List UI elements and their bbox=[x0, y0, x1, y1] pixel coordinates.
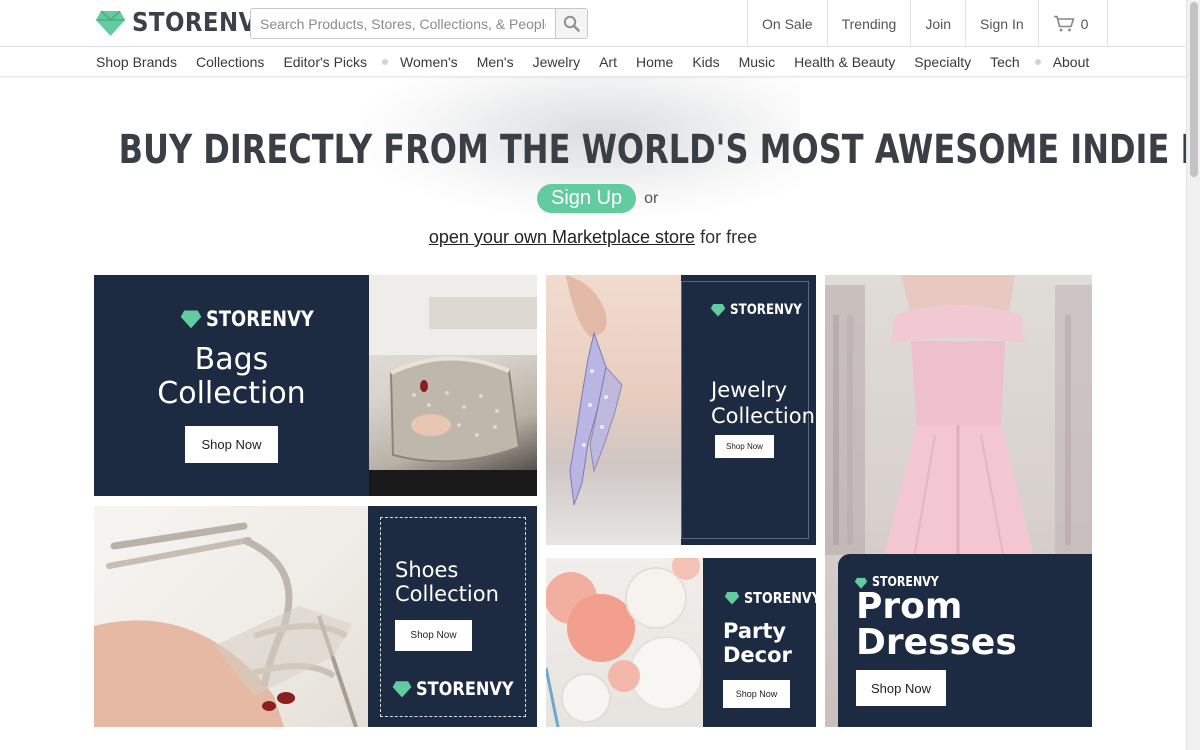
category-home[interactable]: Home bbox=[636, 54, 673, 70]
party-title: Party Decor bbox=[723, 619, 792, 668]
scrollbar-thumb[interactable] bbox=[1190, 2, 1198, 177]
shoes-title: Shoes Collection bbox=[395, 558, 499, 606]
shoes-brand: STORENVY bbox=[392, 678, 531, 700]
party-shop-now-button[interactable]: Shop Now bbox=[723, 680, 790, 708]
jewelry-title-line1: Jewelry bbox=[711, 378, 788, 402]
hero: BUY DIRECTLY FROM THE WORLD'S MOST AWESO… bbox=[0, 77, 1200, 267]
top-bar: STORENVY On Sale Trending Join Sign In bbox=[0, 0, 1186, 47]
bags-title-line1: Bags bbox=[194, 342, 269, 377]
party-brand: STORENVY bbox=[724, 589, 816, 607]
shoes-brand-text: STORENVY bbox=[416, 678, 514, 700]
diamond-heart-icon bbox=[180, 310, 202, 329]
party-photo bbox=[546, 558, 703, 727]
diamond-heart-icon bbox=[724, 592, 740, 605]
category-kids[interactable]: Kids bbox=[692, 54, 719, 70]
search-icon bbox=[563, 15, 580, 32]
party-title-line1: Party bbox=[723, 619, 787, 643]
bags-title-line2: Collection bbox=[157, 375, 306, 411]
bags-brand-text: STORENVY bbox=[206, 307, 314, 331]
party-decor-tile[interactable]: STORENVY Party Decor Shop Now bbox=[546, 558, 816, 727]
bags-title: Bags Collection bbox=[94, 343, 369, 410]
prom-title-line1: Prom bbox=[856, 586, 963, 627]
nav-on-sale[interactable]: On Sale bbox=[747, 0, 827, 47]
prom-shop-now-button[interactable]: Shop Now bbox=[856, 670, 946, 706]
category-list: Shop Brands Collections Editor's Picks W… bbox=[96, 47, 1108, 77]
diamond-heart-icon bbox=[96, 10, 125, 36]
open-store-link[interactable]: open your own Marketplace store bbox=[429, 227, 695, 247]
category-editors-picks[interactable]: Editor's Picks bbox=[283, 54, 367, 70]
jewelry-brand: STORENVY bbox=[710, 302, 815, 318]
nav-join[interactable]: Join bbox=[910, 0, 965, 47]
nav-trending[interactable]: Trending bbox=[826, 0, 911, 47]
bags-brand: STORENVY bbox=[180, 307, 333, 331]
category-tech[interactable]: Tech bbox=[990, 54, 1020, 70]
jewelry-shop-now-button[interactable]: Shop Now bbox=[715, 435, 774, 458]
nav-sign-in[interactable]: Sign In bbox=[965, 0, 1038, 47]
category-collections[interactable]: Collections bbox=[196, 54, 264, 70]
hero-headline: BUY DIRECTLY FROM THE WORLD'S MOST AWESO… bbox=[118, 127, 1200, 173]
search-button[interactable] bbox=[555, 9, 587, 38]
category-art[interactable]: Art bbox=[599, 54, 617, 70]
prom-title-line2: Dresses bbox=[856, 622, 1017, 663]
earring-image bbox=[566, 275, 623, 506]
category-specialty[interactable]: Specialty bbox=[914, 54, 971, 70]
party-brand-text: STORENVY bbox=[744, 589, 816, 607]
bags-shop-now-button[interactable]: Shop Now bbox=[185, 426, 278, 463]
jewelry-title: Jewelry Collection bbox=[711, 377, 815, 430]
diamond-heart-icon bbox=[710, 304, 726, 317]
page-scrollbar[interactable] bbox=[1186, 0, 1200, 750]
heels-image bbox=[94, 522, 358, 727]
bags-photo bbox=[369, 275, 537, 496]
marketplace-line: open your own Marketplace store for free bbox=[0, 227, 1186, 248]
shoes-shop-now-button[interactable]: Shop Now bbox=[395, 620, 472, 651]
search-box bbox=[250, 8, 588, 39]
cart-icon bbox=[1053, 15, 1074, 32]
jewelry-photo bbox=[546, 275, 681, 545]
diamond-heart-icon bbox=[392, 681, 412, 698]
separator-dot bbox=[1034, 59, 1041, 65]
jewelry-title-line2: Collection bbox=[711, 404, 815, 429]
jewelry-brand-text: STORENVY bbox=[730, 302, 802, 318]
prom-dresses-tile[interactable]: STORENVY Prom Dresses Shop Now bbox=[825, 275, 1092, 727]
shoes-title-line2: Collection bbox=[395, 582, 499, 607]
market-suffix: for free bbox=[700, 227, 758, 247]
bags-collection-tile[interactable]: STORENVY Bags Collection Shop Now bbox=[94, 275, 537, 496]
category-music[interactable]: Music bbox=[739, 54, 776, 70]
category-mens[interactable]: Men's bbox=[477, 54, 514, 70]
category-shop-brands[interactable]: Shop Brands bbox=[96, 54, 177, 70]
jewelry-collection-tile[interactable]: STORENVY Jewelry Collection Shop Now bbox=[546, 275, 816, 545]
separator-dot bbox=[382, 59, 389, 65]
category-womens[interactable]: Women's bbox=[400, 54, 458, 70]
shoes-collection-tile[interactable]: Shoes Collection Shop Now STORENVY bbox=[94, 506, 537, 727]
shoes-title-line1: Shoes bbox=[395, 558, 459, 582]
top-nav: On Sale Trending Join Sign In 0 bbox=[747, 0, 1109, 47]
party-title-line2: Decor bbox=[723, 643, 792, 668]
category-health-beauty[interactable]: Health & Beauty bbox=[794, 54, 895, 70]
party-decor-image bbox=[546, 558, 703, 727]
search-input[interactable] bbox=[251, 9, 555, 38]
category-jewelry[interactable]: Jewelry bbox=[533, 54, 580, 70]
shoes-photo bbox=[94, 506, 368, 727]
storenvy-home: STORENVY On Sale Trending Join Sign In bbox=[0, 0, 1200, 750]
prom-title: Prom Dresses bbox=[856, 589, 1017, 661]
sign-up-button[interactable]: Sign Up bbox=[537, 184, 637, 213]
or-text: or bbox=[644, 189, 659, 207]
category-bar: Shop Brands Collections Editor's Picks W… bbox=[0, 47, 1186, 77]
signup-row: Sign Up or bbox=[537, 184, 658, 213]
cart-count: 0 bbox=[1080, 15, 1089, 32]
cart-button[interactable]: 0 bbox=[1037, 0, 1109, 47]
category-about[interactable]: About bbox=[1053, 54, 1090, 70]
clutch-bag-image bbox=[369, 275, 537, 496]
